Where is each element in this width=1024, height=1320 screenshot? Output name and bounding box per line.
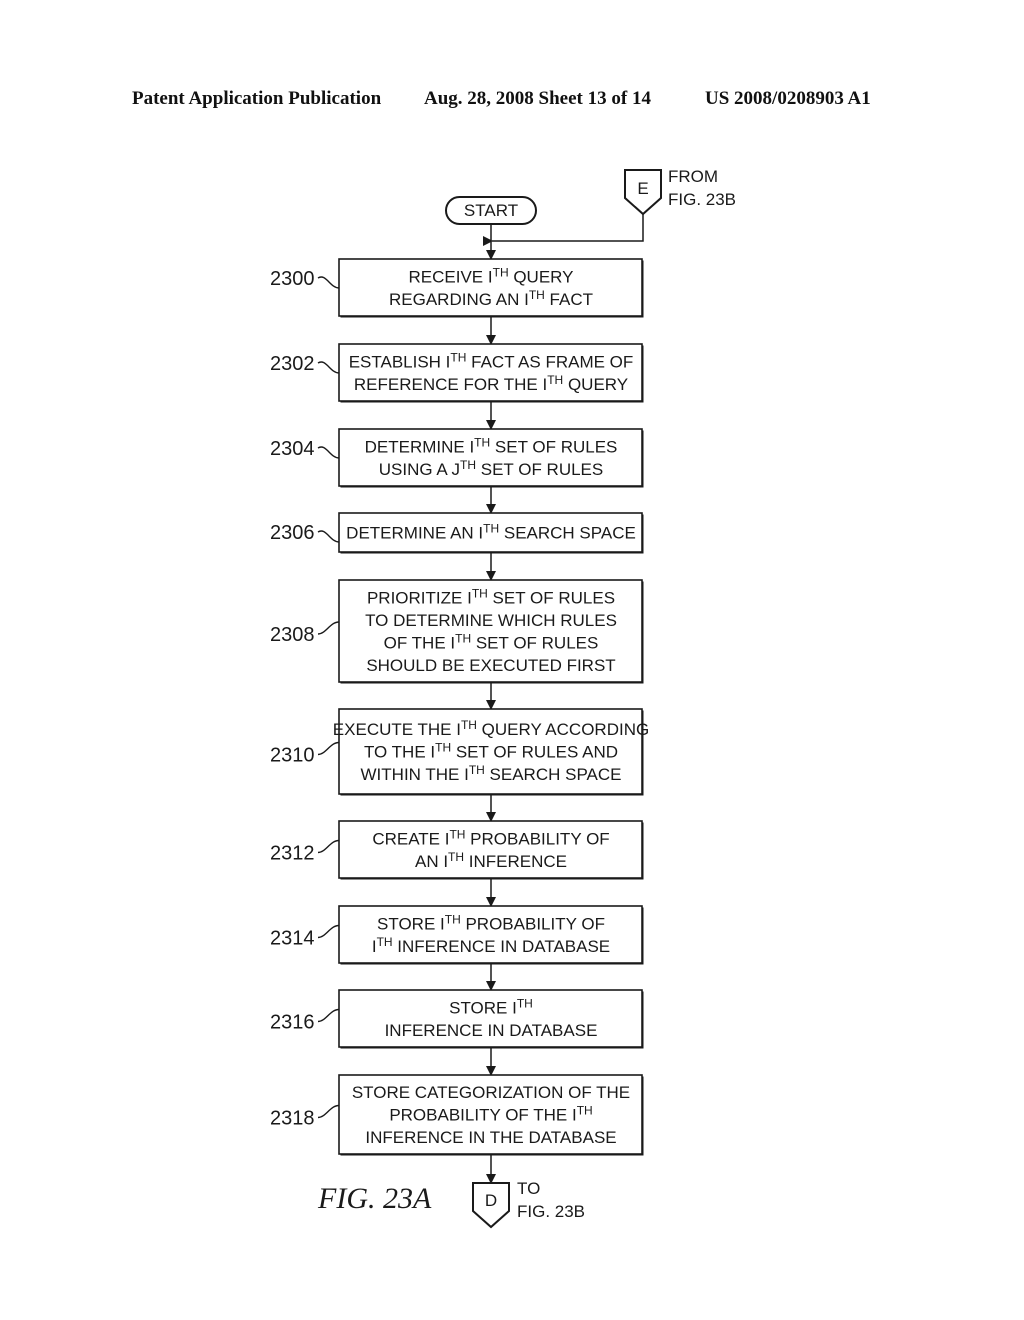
reference-numeral: 2312 xyxy=(270,843,315,865)
step-text-line: RECEIVE ITH QUERY xyxy=(409,265,574,286)
process-step-2312: CREATE ITH PROBABILITY OFAN ITH INFERENC… xyxy=(270,820,644,880)
step-text-line: DETERMINE ITH SET OF RULES xyxy=(365,435,618,456)
step-text-line: TO THE ITH SET OF RULES AND xyxy=(364,741,618,762)
step-text-line: TO DETERMINE WHICH RULES xyxy=(365,611,617,630)
step-text-line: ITH INFERENCE IN DATABASE xyxy=(372,935,610,956)
connector-in-line1: FROM xyxy=(668,167,718,186)
reference-numeral: 2310 xyxy=(270,745,315,767)
step-text-line: AN ITH INFERENCE xyxy=(415,850,567,871)
connector-in-letter: E xyxy=(637,179,648,198)
figure-label: FIG. 23A xyxy=(317,1182,432,1215)
leader-line xyxy=(317,621,340,635)
reference-numeral: 2316 xyxy=(270,1012,315,1034)
step-text-line: USING A JTH SET OF RULES xyxy=(379,458,603,479)
step-text-line: STORE ITH PROBABILITY OF xyxy=(377,912,605,933)
step-text-line: SHOULD BE EXECUTED FIRST xyxy=(366,656,615,675)
reference-numeral: 2304 xyxy=(270,438,315,460)
flowchart: START E FROM FIG. 23B RECEIVE ITH QUERYR… xyxy=(270,167,736,1229)
step-text-line: PRIORITIZE ITH SET OF RULES xyxy=(367,586,615,607)
process-step-2316: STORE ITHINFERENCE IN DATABASE2316 xyxy=(270,989,644,1049)
connector-out-line1: TO xyxy=(517,1179,540,1198)
reference-numeral: 2306 xyxy=(270,522,315,544)
start-terminal: START xyxy=(445,196,537,225)
step-text-line: OF THE ITH SET OF RULES xyxy=(384,631,599,652)
step-text-line: EXECUTE THE ITH QUERY ACCORDING xyxy=(333,718,649,739)
step-text-line: INFERENCE IN DATABASE xyxy=(385,1021,598,1040)
leader-line xyxy=(317,276,340,289)
leader-line xyxy=(317,1104,340,1119)
step-text-line: REGARDING AN ITH FACT xyxy=(389,288,593,309)
step-text-line: CREATE ITH PROBABILITY OF xyxy=(372,827,609,848)
leader-line xyxy=(317,924,340,939)
process-step-2302: ESTABLISH ITH FACT AS FRAME OFREFERENCE … xyxy=(270,343,644,403)
step-text-line: STORE CATEGORIZATION OF THE xyxy=(352,1083,630,1102)
step-text-line: PROBABILITY OF THE ITH xyxy=(389,1104,592,1125)
leader-line xyxy=(317,1008,340,1023)
process-step-2314: STORE ITH PROBABILITY OFITH INFERENCE IN… xyxy=(270,905,644,965)
leader-line xyxy=(317,446,340,459)
reference-numeral: 2308 xyxy=(270,624,315,646)
leader-line xyxy=(317,741,340,756)
step-text-line: INFERENCE IN THE DATABASE xyxy=(365,1128,616,1147)
step-text-line: REFERENCE FOR THE ITH QUERY xyxy=(354,373,628,394)
process-step-2306: DETERMINE AN ITH SEARCH SPACE2306 xyxy=(270,512,644,554)
connector-in-line2: FIG. 23B xyxy=(668,190,736,209)
step-text-line: WITHIN THE ITH SEARCH SPACE xyxy=(361,763,622,784)
reference-numeral: 2318 xyxy=(270,1108,315,1130)
leader-line xyxy=(317,361,340,374)
step-text-line: ESTABLISH ITH FACT AS FRAME OF xyxy=(349,350,634,371)
connector-out-letter: D xyxy=(485,1191,497,1210)
leader-line xyxy=(317,839,340,854)
connector-out-d: D TO FIG. 23B xyxy=(472,1179,585,1229)
process-step-2304: DETERMINE ITH SET OF RULESUSING A JTH SE… xyxy=(270,428,644,488)
reference-numeral: 2314 xyxy=(270,928,315,950)
leader-line xyxy=(317,530,340,543)
reference-numeral: 2300 xyxy=(270,268,315,290)
process-step-2308: PRIORITIZE ITH SET OF RULES TO DETERMINE … xyxy=(270,579,644,684)
process-step-2318: STORE CATEGORIZATION OF THE PROBABILITY O… xyxy=(270,1074,644,1156)
start-label: START xyxy=(464,201,518,220)
process-step-2300: RECEIVE ITH QUERYREGARDING AN ITH FACT 23… xyxy=(270,258,644,318)
connector-out-line2: FIG. 23B xyxy=(517,1202,585,1221)
connector-in-e: E FROM FIG. 23B xyxy=(624,167,736,216)
process-step-2310: EXECUTE THE ITH QUERY ACCORDINGTO THE IT… xyxy=(270,708,649,796)
reference-numeral: 2302 xyxy=(270,353,315,375)
